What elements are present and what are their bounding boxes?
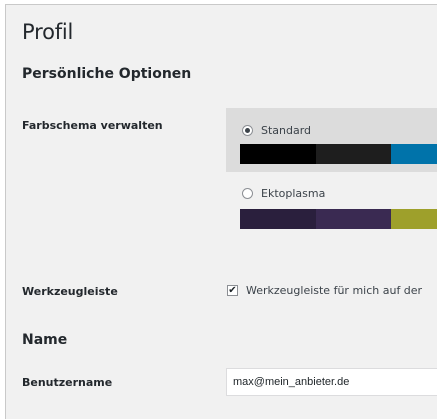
toolbar-checkbox-label: Werkzeugleiste für mich auf der xyxy=(246,284,423,297)
color-scheme-option-ektoplasma[interactable]: Ektoplasma xyxy=(226,175,437,239)
toolbar-option[interactable]: ✔ Werkzeugleiste für mich auf der xyxy=(227,284,422,297)
personal-options-heading: Persönliche Optionen xyxy=(22,66,192,82)
color-scheme-option-standard[interactable]: Standard xyxy=(226,108,437,172)
palette-swatch xyxy=(240,209,316,229)
standard-palette xyxy=(240,144,437,164)
toolbar-checkbox[interactable]: ✔ xyxy=(227,285,238,296)
color-scheme-label: Farbschema verwalten xyxy=(22,119,163,132)
profile-panel: Profil Persönliche Optionen Farbschema v… xyxy=(5,4,437,419)
palette-swatch xyxy=(391,209,437,229)
ektoplasma-label: Ektoplasma xyxy=(261,187,326,200)
standard-label: Standard xyxy=(261,124,312,137)
ektoplasma-radio[interactable] xyxy=(242,188,253,199)
palette-swatch xyxy=(391,144,437,164)
standard-radio[interactable] xyxy=(242,125,253,136)
palette-swatch xyxy=(316,209,391,229)
ektoplasma-palette xyxy=(240,209,437,229)
name-heading: Name xyxy=(22,332,68,348)
username-input[interactable]: max@mein_anbieter.de xyxy=(226,368,437,396)
palette-swatch xyxy=(240,144,316,164)
palette-swatch xyxy=(316,144,391,164)
page-title: Profil xyxy=(22,20,74,44)
username-label: Benutzername xyxy=(22,376,113,389)
toolbar-label: Werkzeugleiste xyxy=(22,285,118,298)
